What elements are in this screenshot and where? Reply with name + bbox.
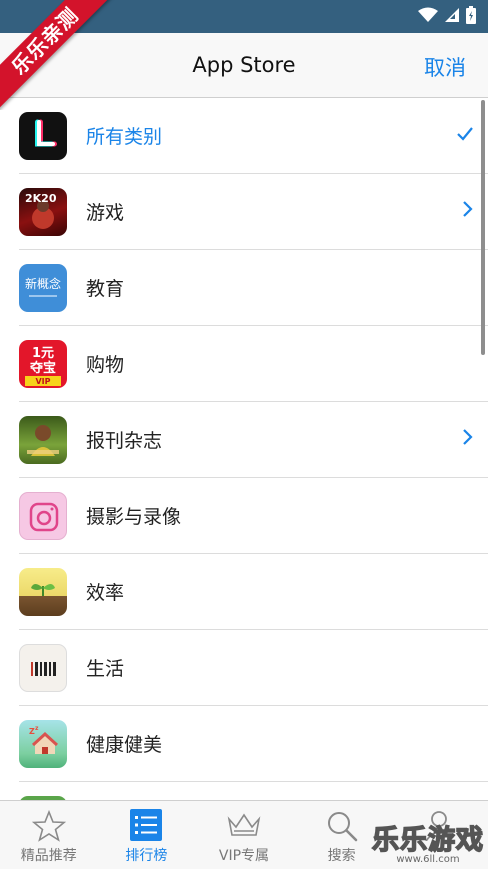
- battery-icon: [466, 6, 476, 24]
- status-bar: [0, 0, 488, 33]
- crown-icon: [227, 813, 261, 836]
- education-app-icon: 新概念: [19, 264, 67, 312]
- category-row-magazines[interactable]: 报刊杂志: [0, 402, 488, 478]
- tab-label: 精品推荐: [20, 848, 77, 864]
- search-icon: [327, 812, 357, 842]
- category-row-all[interactable]: 所有类别: [0, 98, 488, 174]
- category-row-games[interactable]: 2K20 游戏: [0, 174, 488, 250]
- barcode-app-icon: [19, 644, 67, 692]
- game-icon-text: 2K20: [25, 192, 57, 205]
- tab-featured[interactable]: 精品推荐: [0, 801, 98, 869]
- category-row-partial[interactable]: [0, 782, 488, 800]
- tab-rankings[interactable]: 排行榜: [98, 801, 196, 869]
- category-label: 摄影与录像: [86, 506, 182, 528]
- chevron-right-icon: [463, 429, 473, 445]
- svg-text:z: z: [35, 725, 39, 732]
- star-icon: [31, 809, 66, 842]
- watermark: 乐乐游戏 www.6ll.com: [371, 818, 484, 865]
- category-row-education[interactable]: 新概念 教育: [0, 250, 488, 326]
- category-label: 报刊杂志: [86, 430, 163, 452]
- education-icon-text: 新概念: [25, 276, 61, 291]
- tab-label: VIP专属: [218, 848, 270, 864]
- shopping-icon-text-top: 1元: [32, 346, 54, 361]
- checkmark-icon: [457, 127, 473, 141]
- tab-label: 排行榜: [125, 848, 168, 864]
- chevron-right-icon: [463, 201, 473, 217]
- list-icon: [130, 809, 163, 841]
- category-label: 教育: [86, 278, 125, 300]
- camera-app-icon: [19, 492, 67, 540]
- sleep-app-icon: Z z: [19, 720, 67, 768]
- scrollbar[interactable]: [481, 100, 485, 355]
- category-row-photo-video[interactable]: 摄影与录像: [0, 478, 488, 554]
- cancel-button[interactable]: 取消: [424, 52, 466, 82]
- tab-vip[interactable]: VIP专属: [195, 801, 293, 869]
- category-label: 游戏: [86, 202, 125, 224]
- wifi-icon: [418, 7, 438, 22]
- signal-icon: [445, 8, 459, 22]
- navigation-bar: App Store 取消: [0, 33, 488, 98]
- category-row-productivity[interactable]: 效率: [0, 554, 488, 630]
- category-row-health-fitness[interactable]: Z z 健康健美: [0, 706, 488, 782]
- category-label: 购物: [86, 354, 125, 376]
- category-label: 生活: [86, 658, 125, 680]
- category-list: 所有类别 2K20 游戏 新概念 教育 1元 夺宝 VIP 购物 报刊杂志 摄影…: [0, 98, 488, 800]
- shopping-app-icon: 1元 夺宝 VIP: [19, 340, 67, 388]
- shopping-icon-text-mid: 夺宝: [29, 360, 56, 376]
- category-label: 所有类别: [86, 126, 163, 148]
- page-title: App Store: [192, 53, 296, 77]
- category-row-lifestyle[interactable]: 生活: [0, 630, 488, 706]
- category-row-shopping[interactable]: 1元 夺宝 VIP 购物: [0, 326, 488, 402]
- status-icons: [418, 6, 476, 24]
- clock-app-icon: [19, 112, 67, 160]
- category-label: 健康健美: [86, 734, 163, 756]
- magazine-app-icon: [19, 416, 67, 464]
- watermark-title: 乐乐游戏: [371, 824, 484, 857]
- category-label: 效率: [86, 582, 125, 604]
- shopping-icon-badge: VIP: [35, 377, 50, 386]
- sprout-app-icon: [19, 568, 67, 616]
- game-app-icon: 2K20: [19, 188, 67, 236]
